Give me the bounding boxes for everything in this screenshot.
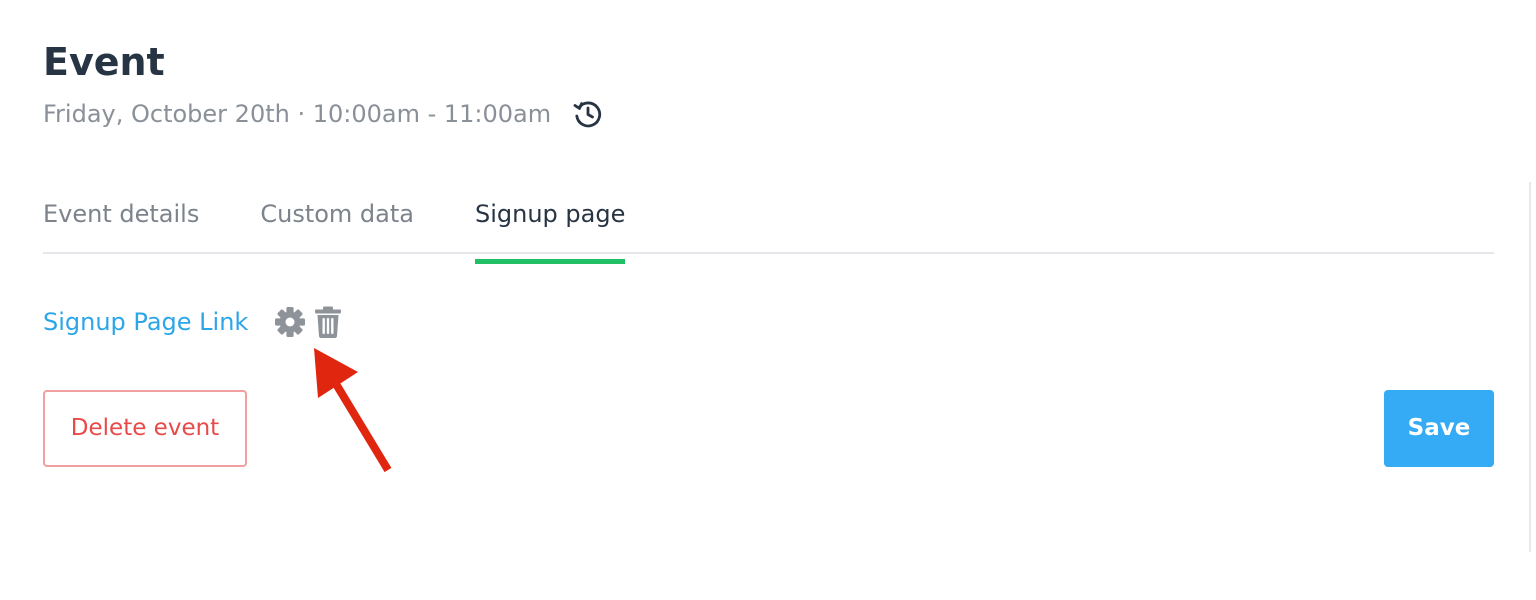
clock-history-icon[interactable] <box>573 99 603 129</box>
trash-icon[interactable] <box>312 305 344 339</box>
tab-bar: Event details Custom data Signup page <box>43 190 1494 264</box>
delete-event-button[interactable]: Delete event <box>43 390 247 467</box>
annotation-arrow <box>314 348 392 473</box>
page-title: Event <box>43 40 165 84</box>
signup-page-link[interactable]: Signup Page Link <box>43 302 248 342</box>
save-button[interactable]: Save <box>1384 390 1494 467</box>
signup-link-row: Signup Page Link <box>43 302 344 342</box>
event-time-row: Friday, October 20th · 10:00am - 11:00am <box>43 96 603 132</box>
gear-icon[interactable] <box>274 305 306 339</box>
event-datetime: Friday, October 20th · 10:00am - 11:00am <box>43 100 552 128</box>
scrollbar[interactable] <box>1529 182 1531 552</box>
tab-custom-data[interactable]: Custom data <box>260 190 414 252</box>
tab-event-details[interactable]: Event details <box>43 190 199 252</box>
tab-signup-page[interactable]: Signup page <box>474 190 626 264</box>
